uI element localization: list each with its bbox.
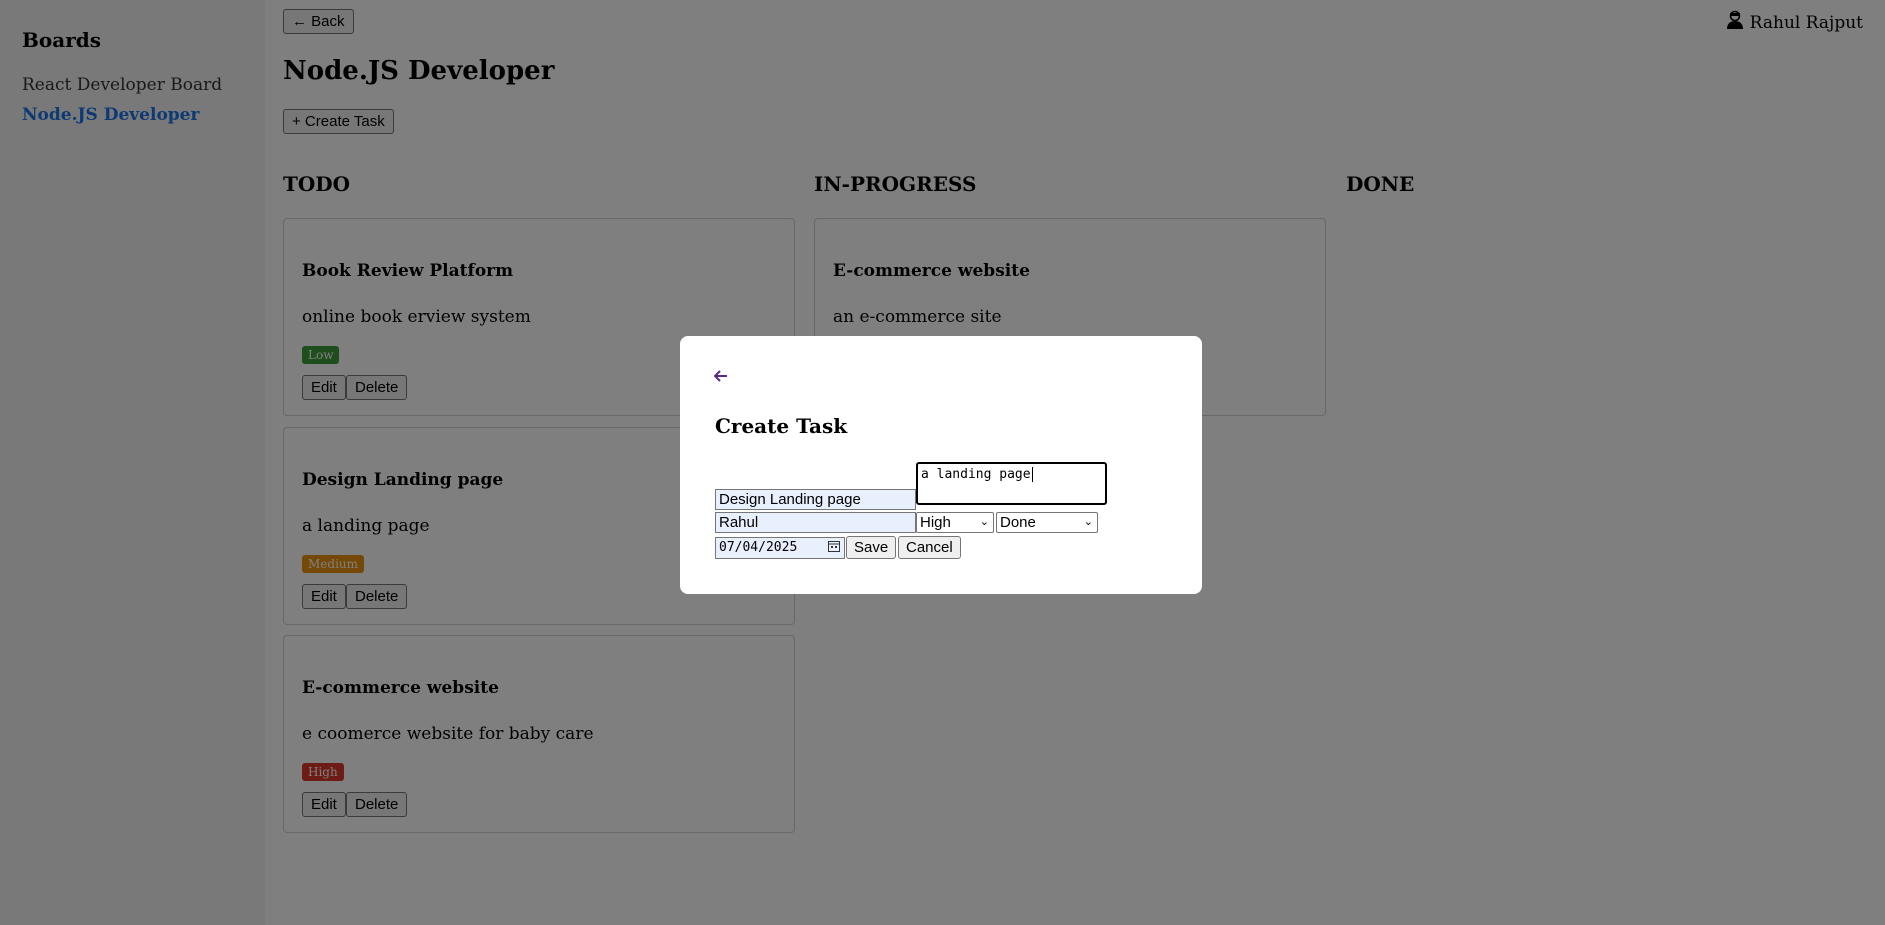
chevron-down-icon: ⌄	[979, 516, 989, 528]
description-value: a landing page	[921, 467, 1031, 482]
status-select-value: Done	[1000, 514, 1036, 531]
modal-title: Create Task	[715, 414, 848, 438]
priority-select-value: High	[920, 514, 951, 531]
calendar-icon[interactable]	[828, 540, 840, 556]
save-button[interactable]: Save	[846, 536, 897, 559]
description-textarea[interactable]: a landing page	[916, 462, 1107, 505]
status-select[interactable]: Done ⌄	[996, 512, 1098, 533]
due-date-input[interactable]: 07/04/2025	[715, 537, 845, 559]
chevron-down-icon: ⌄	[1083, 516, 1093, 528]
assignee-input[interactable]: Rahul	[715, 512, 916, 533]
due-date-value: 07/04/2025	[719, 540, 798, 555]
create-task-modal: Create Task a landing page Design Landin…	[680, 336, 1202, 594]
arrow-left-icon[interactable]	[713, 366, 728, 387]
priority-select[interactable]: High ⌄	[916, 512, 994, 533]
cancel-button[interactable]: Cancel	[898, 536, 961, 559]
title-input[interactable]: Design Landing page	[715, 489, 916, 510]
